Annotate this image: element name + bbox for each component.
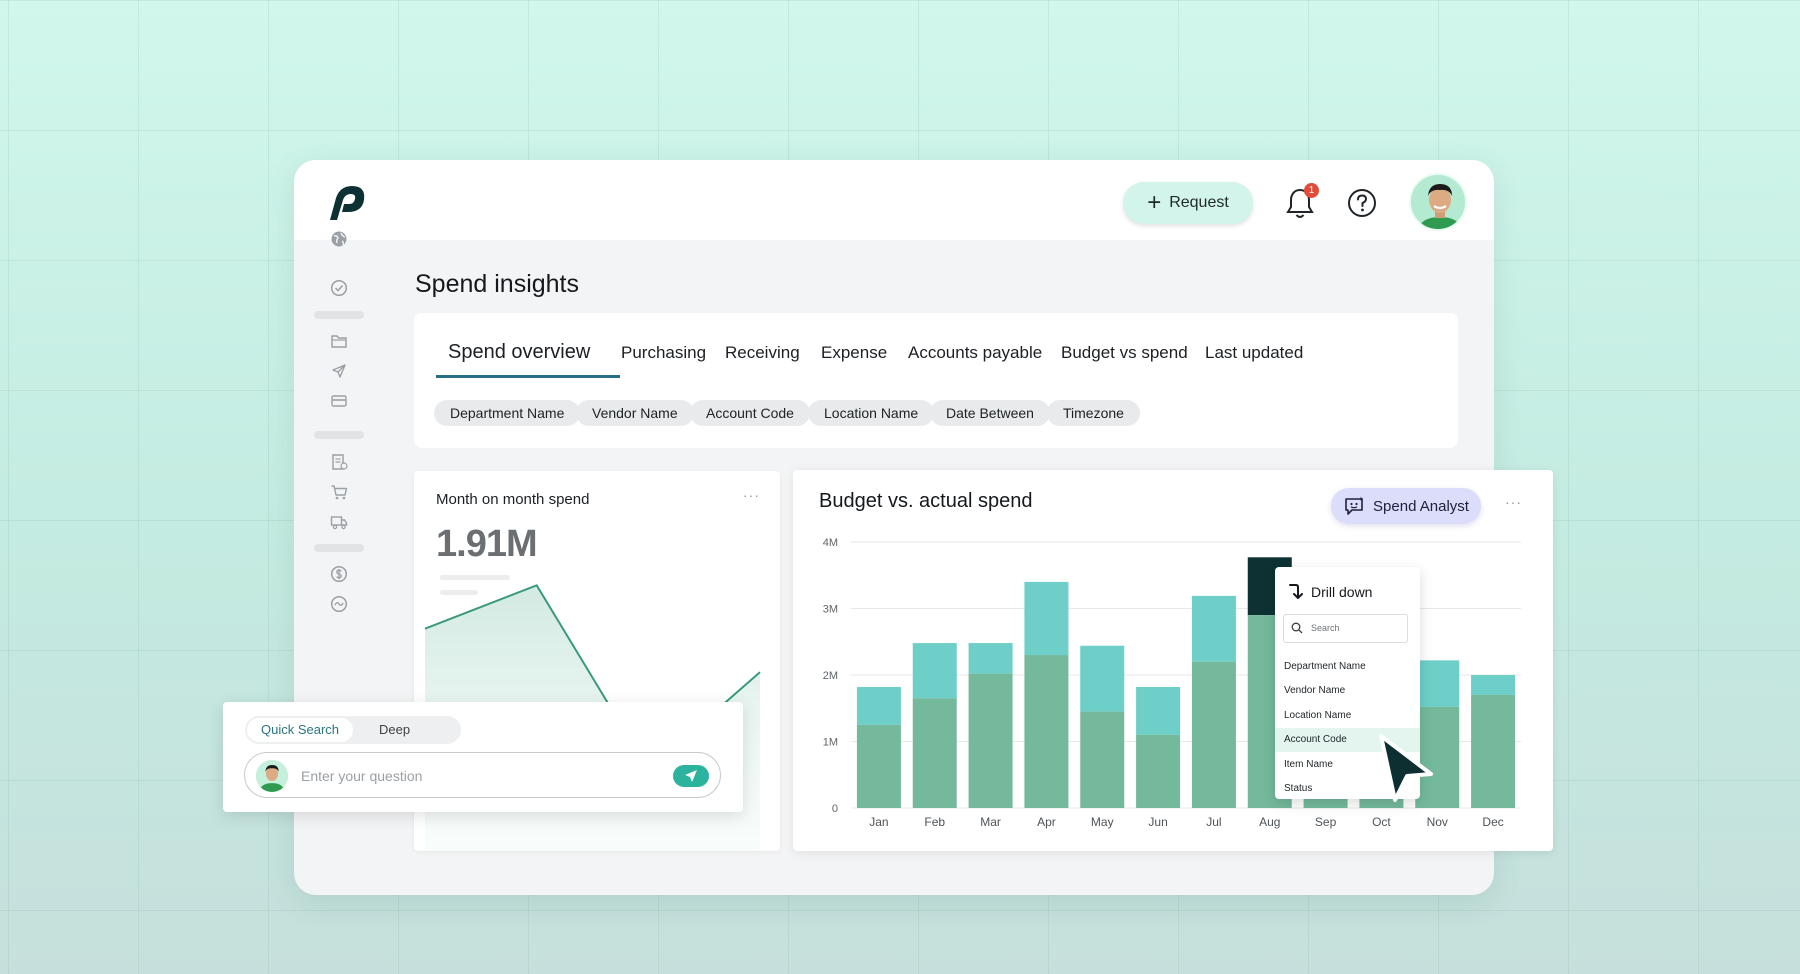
user-avatar[interactable] (1409, 173, 1467, 231)
bar-actual-may (1080, 711, 1125, 808)
credit-card-icon[interactable] (330, 392, 348, 410)
bar-actual-mar (968, 673, 1013, 808)
brand-logo-icon[interactable] (322, 182, 370, 222)
y-tick-label: 1M (823, 737, 838, 749)
drill-option-vendor-name[interactable]: Vendor Name (1275, 679, 1420, 703)
user-portrait-icon (256, 760, 288, 792)
x-tick-label: Apr (1037, 815, 1056, 829)
request-button[interactable]: + Request (1123, 182, 1253, 224)
x-tick-label: May (1091, 815, 1114, 829)
x-tick-label: Sep (1315, 815, 1337, 829)
filter-chip-account-code[interactable]: Account Code (690, 400, 810, 426)
budget-vs-actual-card: Budget vs. actual spend Spend Analyst ··… (793, 470, 1553, 851)
mouse-pointer-icon (1379, 734, 1433, 802)
question-input[interactable] (301, 765, 651, 787)
badge-icon[interactable] (330, 595, 348, 613)
dollar-icon[interactable] (330, 565, 348, 583)
y-tick-label: 2M (823, 670, 838, 682)
bar-actual-jun (1136, 734, 1181, 808)
tab-last-updated[interactable]: Last updated (1205, 343, 1303, 363)
sidebar-separator (314, 431, 364, 439)
tabs-card: Spend overview Purchasing Receiving Expe… (414, 313, 1458, 448)
drill-down-search-input[interactable]: Search (1283, 614, 1408, 643)
tab-receiving[interactable]: Receiving (725, 343, 800, 363)
bar-budget-apr (1024, 581, 1069, 656)
truck-icon[interactable] (330, 513, 348, 531)
plane-icon[interactable] (330, 362, 348, 380)
x-tick-label: Jul (1206, 815, 1221, 829)
send-icon (685, 770, 697, 782)
bar-budget-jun (1136, 686, 1181, 735)
filter-chip-department-name[interactable]: Department Name (434, 400, 581, 426)
bar-budget-feb (912, 643, 957, 699)
folder-icon[interactable] (330, 332, 348, 350)
cart-icon[interactable] (330, 483, 348, 501)
top-bar: + Request 1 (294, 160, 1494, 240)
plus-icon: + (1147, 189, 1162, 216)
x-tick-label: Feb (924, 815, 945, 829)
x-tick-label: Mar (980, 815, 1001, 829)
bar-budget-jul (1191, 595, 1236, 662)
drill-option-location-name[interactable]: Location Name (1275, 704, 1420, 728)
x-tick-label: Dec (1482, 815, 1503, 829)
x-tick-label: Jun (1148, 815, 1167, 829)
notification-badge: 1 (1304, 183, 1319, 198)
tab-expense[interactable]: Expense (821, 343, 887, 363)
bar-actual-feb (912, 698, 957, 808)
user-avatar (256, 760, 288, 792)
globe-icon[interactable] (330, 230, 348, 248)
bar-actual-jul (1191, 661, 1236, 808)
bar-actual-dec (1471, 694, 1516, 808)
tab-accounts-payable[interactable]: Accounts payable (908, 343, 1042, 363)
sidebar-separator (314, 544, 364, 552)
budget-vs-actual-bar-chart: 0 1M 2M 3M 4M Jan Feb Mar Apr May Jun Jul Aug Sep Oct N… (823, 537, 1521, 829)
check-circle-icon[interactable] (330, 279, 348, 297)
user-portrait-icon (1411, 175, 1465, 229)
x-tick-label: Oct (1372, 815, 1391, 829)
request-label: Request (1169, 194, 1229, 211)
y-tick-label: 3M (823, 604, 838, 616)
page-title: Spend insights (415, 270, 580, 298)
filter-chip-location-name[interactable]: Location Name (808, 400, 935, 426)
x-tick-label: Aug (1259, 815, 1280, 829)
x-tick-label: Jan (869, 815, 888, 829)
bar-budget-jan (856, 686, 901, 725)
x-tick-label: Nov (1427, 815, 1448, 829)
bar-budget-nov (1415, 660, 1460, 707)
tab-purchasing[interactable]: Purchasing (621, 343, 706, 363)
bar-budget-may (1080, 645, 1125, 712)
filter-chip-timezone[interactable]: Timezone (1047, 400, 1140, 426)
drill-down-header: Drill down (1287, 583, 1372, 601)
quick-search-card: Quick Search Deep Analysis (223, 702, 743, 812)
receipt-icon[interactable] (330, 453, 348, 471)
bar-actual-jan (856, 724, 901, 808)
bar-budget-dec (1471, 675, 1516, 695)
quick-search-tab[interactable]: Quick Search (247, 718, 354, 742)
y-tick-label: 0 (832, 803, 838, 815)
sidebar-separator (314, 311, 364, 319)
tab-spend-overview[interactable]: Spend overview (448, 341, 590, 364)
deep-analysis-tab[interactable]: Deep Analysis (365, 716, 461, 765)
send-button[interactable] (673, 765, 709, 787)
filter-chip-date-between[interactable]: Date Between (930, 400, 1050, 426)
drill-down-title: Drill down (1311, 584, 1373, 600)
filter-chip-vendor-name[interactable]: Vendor Name (576, 400, 694, 426)
tab-budget-vs-spend[interactable]: Budget vs spend (1061, 343, 1188, 363)
active-tab-indicator (436, 375, 620, 378)
bar-actual-apr (1024, 655, 1069, 808)
question-input-box (244, 752, 721, 798)
question-circle-icon[interactable] (1346, 187, 1378, 219)
drill-option-department-name[interactable]: Department Name (1275, 655, 1420, 679)
search-mode-toggle: Quick Search Deep Analysis (245, 716, 461, 765)
bar-budget-mar (968, 643, 1013, 674)
y-tick-label: 4M (823, 537, 838, 549)
drill-down-arrow-icon (1289, 584, 1303, 599)
